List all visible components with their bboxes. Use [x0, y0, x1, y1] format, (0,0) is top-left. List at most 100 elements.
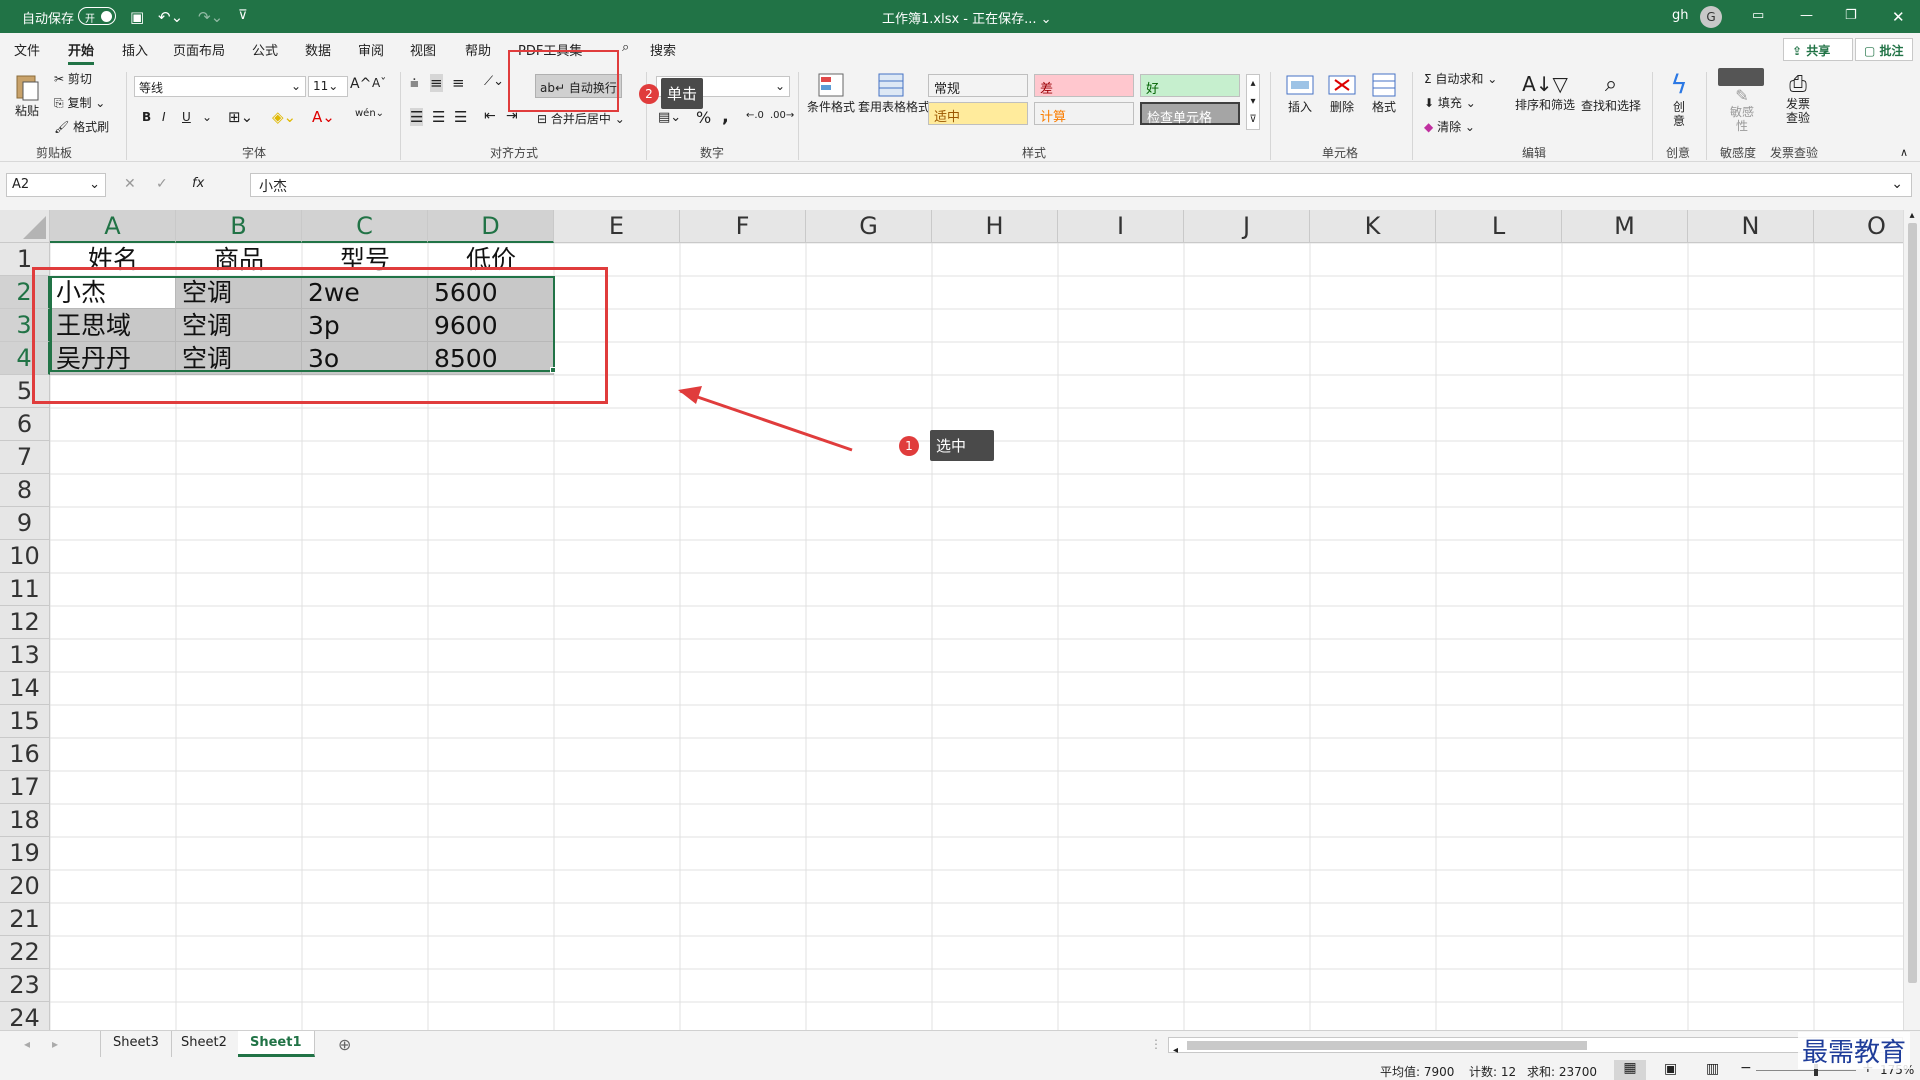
tab-file[interactable]: 文件	[14, 40, 40, 59]
copy-button[interactable]: ⎘ 复制 ⌄	[54, 94, 105, 111]
align-right-icon[interactable]: ☰	[454, 108, 467, 126]
row-header-15[interactable]: 15	[0, 705, 50, 738]
save-icon[interactable]: ▣	[130, 8, 144, 26]
orientation-icon[interactable]: ⟋⌄	[484, 74, 504, 89]
search-label[interactable]: 搜索	[650, 40, 676, 59]
tab-help[interactable]: 帮助	[465, 40, 491, 59]
row-header-6[interactable]: 6	[0, 408, 50, 441]
decrease-indent-icon[interactable]: ⇤	[484, 108, 496, 124]
comment-button[interactable]: ▢ 批注	[1855, 38, 1913, 61]
phonetic-icon[interactable]: wén⌄	[355, 108, 384, 119]
style-good[interactable]: 好	[1140, 74, 1240, 97]
row-header-9[interactable]: 9	[0, 507, 50, 540]
decrease-decimal-icon[interactable]: .00→	[770, 110, 794, 121]
redo-icon[interactable]: ↷⌄	[198, 8, 223, 26]
avatar[interactable]: G	[1700, 6, 1722, 28]
clear-button[interactable]: ◆ 清除 ⌄	[1424, 118, 1475, 135]
share-button[interactable]: ⇪ 共享	[1783, 38, 1853, 61]
search-icon[interactable]: ⌕	[622, 40, 629, 55]
align-center-icon[interactable]: ☰	[432, 108, 445, 126]
style-check-cell[interactable]: 检查单元格	[1140, 102, 1240, 126]
page-layout-view-icon[interactable]: ▣	[1664, 1061, 1677, 1077]
zoom-out-icon[interactable]: −	[1740, 1060, 1752, 1076]
vertical-scroll-thumb[interactable]	[1907, 223, 1917, 983]
format-painter-button[interactable]: 🖌 格式刷	[54, 118, 109, 135]
row-header-21[interactable]: 21	[0, 903, 50, 936]
row-header-7[interactable]: 7	[0, 441, 50, 474]
conditional-format-button[interactable]: 条件格式	[806, 72, 856, 115]
column-header-c[interactable]: C	[302, 210, 428, 243]
vertical-scrollbar[interactable]: ▴	[1903, 210, 1920, 1030]
horizontal-scroll-thumb[interactable]	[1187, 1041, 1587, 1050]
horizontal-scrollbar[interactable]: ◂	[1168, 1037, 1903, 1056]
close-icon[interactable]: ✕	[1892, 8, 1905, 26]
column-header-f[interactable]: F	[680, 210, 806, 243]
tab-page-layout[interactable]: 页面布局	[173, 40, 225, 59]
tab-home[interactable]: 开始	[68, 40, 95, 65]
row-header-14[interactable]: 14	[0, 672, 50, 705]
column-header-g[interactable]: G	[806, 210, 932, 243]
row-header-8[interactable]: 8	[0, 474, 50, 507]
restore-icon[interactable]: ❐	[1845, 8, 1857, 23]
comma-button[interactable]: ,	[722, 106, 729, 127]
select-all-corner[interactable]	[0, 210, 50, 243]
formula-input[interactable]: 小杰 ⌄	[250, 173, 1912, 197]
column-header-l[interactable]: L	[1436, 210, 1562, 243]
minimize-icon[interactable]: —	[1800, 8, 1813, 23]
delete-cells-button[interactable]: 删除	[1324, 72, 1360, 115]
style-bad[interactable]: 差	[1034, 74, 1134, 97]
align-bottom-icon[interactable]: ≡	[452, 74, 465, 92]
row-header-20[interactable]: 20	[0, 870, 50, 903]
next-sheet-icon[interactable]: ▸	[52, 1037, 58, 1051]
increase-decimal-icon[interactable]: ←.0	[746, 110, 764, 121]
name-box[interactable]: A2 ⌄	[6, 173, 106, 197]
zoom-slider[interactable]	[1756, 1070, 1856, 1071]
formula-enter-icon[interactable]: ✓	[156, 176, 168, 192]
style-neutral[interactable]: 适中	[928, 102, 1028, 125]
align-left-icon[interactable]: ☰	[410, 108, 424, 126]
styles-scroll-icon[interactable]: ▴ ▾ ⊽	[1246, 74, 1260, 130]
style-normal[interactable]: 常规	[928, 74, 1028, 97]
customize-qat-icon[interactable]: ⊽	[238, 8, 248, 23]
row-header-12[interactable]: 12	[0, 606, 50, 639]
page-break-view-icon[interactable]: ▥	[1706, 1061, 1719, 1077]
row-header-24[interactable]: 24	[0, 1002, 50, 1030]
sort-filter-button[interactable]: A↓▽ 排序和筛选	[1514, 72, 1576, 113]
worksheet-grid[interactable]: ABCDEFGHIJKLMNO 1 2 3 4 5 6 7 8 9 10 11 12 13 14 15 16 1…	[0, 210, 1920, 1030]
row-header-22[interactable]: 22	[0, 936, 50, 969]
column-header-d[interactable]: D	[428, 210, 554, 243]
currency-icon[interactable]: ▤⌄	[658, 110, 681, 125]
font-name-select[interactable]: 等线 ⌄	[134, 76, 306, 97]
tab-review[interactable]: 审阅	[358, 40, 384, 59]
paste-button[interactable]: 粘贴	[12, 70, 42, 119]
percent-button[interactable]: %	[696, 108, 711, 127]
insert-cells-button[interactable]: 插入	[1282, 72, 1318, 115]
merge-center-button[interactable]: ⊟ 合并后居中 ⌄	[537, 110, 625, 127]
ribbon-display-icon[interactable]: ▭	[1752, 8, 1764, 23]
prev-sheet-icon[interactable]: ◂	[24, 1037, 30, 1051]
row-header-18[interactable]: 18	[0, 804, 50, 837]
border-icon[interactable]: ⊞⌄	[228, 108, 253, 126]
find-select-button[interactable]: ⌕ 查找和选择	[1580, 72, 1642, 114]
split-handle-icon[interactable]: ⋮	[1150, 1037, 1162, 1051]
tab-formulas[interactable]: 公式	[252, 40, 278, 59]
column-header-k[interactable]: K	[1310, 210, 1436, 243]
creative-button[interactable]: ϟ 创意	[1664, 70, 1694, 128]
sheet-tab-sheet1[interactable]: Sheet1	[238, 1031, 315, 1057]
style-calculation[interactable]: 计算	[1034, 102, 1134, 125]
column-header-m[interactable]: M	[1562, 210, 1688, 243]
sheet-tab-sheet3[interactable]: Sheet3	[100, 1031, 172, 1057]
tab-view[interactable]: 视图	[410, 40, 436, 59]
column-header-n[interactable]: N	[1688, 210, 1814, 243]
fill-button[interactable]: ⬇ 填充 ⌄	[1424, 94, 1476, 111]
normal-view-icon[interactable]: ▦	[1614, 1060, 1646, 1080]
column-header-b[interactable]: B	[176, 210, 302, 243]
fill-color-icon[interactable]: ◈⌄	[272, 108, 296, 126]
row-header-16[interactable]: 16	[0, 738, 50, 771]
format-as-table-button[interactable]: 套用表格格式	[858, 72, 930, 115]
document-title[interactable]: 工作簿1.xlsx - 正在保存... ⌄	[882, 8, 1052, 27]
cut-button[interactable]: ✂ 剪切	[54, 70, 92, 87]
align-top-icon[interactable]: ⩧	[410, 74, 419, 92]
add-sheet-icon[interactable]: ⊕	[338, 1035, 351, 1054]
format-cells-button[interactable]: 格式	[1366, 72, 1402, 115]
